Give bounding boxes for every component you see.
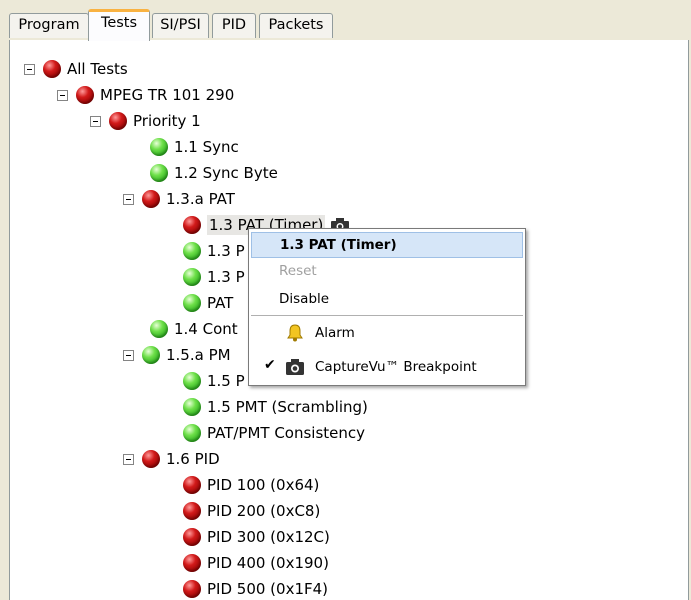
tree-node-pat-a[interactable]: 1.3.a PAT: [123, 187, 235, 211]
tree-node-label: 1.3 P: [207, 242, 245, 260]
menu-item-alarm[interactable]: Alarm: [251, 320, 523, 346]
menu-item-disable-label: Disable: [279, 291, 330, 307]
tree-node-label: PAT: [207, 294, 234, 312]
tree-node-label: 1.4 Cont: [174, 320, 238, 338]
pass-status-icon: [142, 346, 160, 364]
collapse-toggle-icon[interactable]: [24, 63, 35, 75]
tree-node-label: 1.5 P: [207, 372, 245, 390]
tree-node-pid-200[interactable]: PID 200 (0xC8): [183, 499, 320, 523]
pass-status-icon: [183, 424, 201, 442]
fail-status-icon: [183, 528, 201, 546]
tree-node-label: 1.5.a PM: [166, 346, 231, 364]
collapse-toggle-icon[interactable]: [123, 349, 134, 361]
collapse-toggle-icon[interactable]: [123, 193, 134, 205]
tree-node-priority1[interactable]: Priority 1: [90, 109, 201, 133]
bell-icon: [285, 324, 305, 342]
menu-title-item[interactable]: 1.3 PAT (Timer): [251, 232, 523, 258]
tree-node-pid-100[interactable]: PID 100 (0x64): [183, 473, 319, 497]
pass-status-icon: [183, 398, 201, 416]
tree-node-all-tests[interactable]: All Tests: [24, 57, 128, 81]
tree-node-label: PID 500 (0x1F4): [207, 580, 329, 598]
fail-status-icon: [76, 86, 94, 104]
menu-item-reset-label: Reset: [279, 263, 317, 279]
pass-status-icon: [183, 294, 201, 312]
tree-node-label: 1.3.a PAT: [166, 190, 235, 208]
context-menu: 1.3 PAT (Timer) Reset Disable Alarm ✔ Ca…: [248, 228, 526, 386]
camera-icon: [285, 358, 305, 376]
tree-node-pat-4[interactable]: PAT: [183, 291, 233, 315]
tree-node-label: 1.1 Sync: [174, 138, 239, 156]
tree-node-label: PID 400 (0x190): [207, 554, 329, 572]
fail-status-icon: [183, 580, 201, 598]
tab-packets[interactable]: Packets: [259, 13, 333, 38]
tree-node-label: 1.2 Sync Byte: [174, 164, 278, 182]
fail-status-icon: [183, 476, 201, 494]
tree-node-pat-3[interactable]: 1.3 P: [183, 265, 245, 289]
collapse-toggle-icon[interactable]: [57, 89, 68, 101]
tree-node-pmt-1[interactable]: 1.5 P: [183, 369, 245, 393]
pass-status-icon: [183, 268, 201, 286]
pass-status-icon: [150, 320, 168, 338]
tree-node-pid[interactable]: 1.6 PID: [123, 447, 220, 471]
menu-item-alarm-label: Alarm: [315, 325, 355, 341]
fail-status-icon: [183, 502, 201, 520]
collapse-toggle-icon[interactable]: [90, 115, 101, 127]
menu-separator: [251, 315, 523, 316]
fail-status-icon: [142, 190, 160, 208]
menu-item-capturevu-label: CaptureVu™ Breakpoint: [315, 359, 477, 375]
fail-status-icon: [43, 60, 61, 78]
pass-status-icon: [183, 372, 201, 390]
tree-node-pat-pmt-consistency[interactable]: PAT/PMT Consistency: [183, 421, 365, 445]
tree-node-label: 1.3 P: [207, 268, 245, 286]
tab-pid[interactable]: PID: [212, 13, 256, 38]
checkmark-icon: ✔: [264, 357, 276, 373]
tab-strip: Program Tests SI/PSI PID Packets: [9, 9, 687, 41]
tree-node-label: PID 200 (0xC8): [207, 502, 321, 520]
tree-node-label: 1.5 PMT (Scrambling): [207, 398, 368, 416]
fail-status-icon: [183, 554, 201, 572]
pass-status-icon: [183, 242, 201, 260]
tree-node-mpeg[interactable]: MPEG TR 101 290: [57, 83, 234, 107]
fail-status-icon: [183, 216, 201, 234]
tree-node-label: PID 300 (0x12C): [207, 528, 330, 546]
tree-node-label: PID 100 (0x64): [207, 476, 320, 494]
tree-node-pid-500[interactable]: PID 500 (0x1F4): [183, 577, 328, 600]
tree-node-sync[interactable]: 1.1 Sync: [150, 135, 239, 159]
tree-node-label: All Tests: [67, 60, 128, 78]
tree-node-label: PAT/PMT Consistency: [207, 424, 366, 442]
tree-node-pid-400[interactable]: PID 400 (0x190): [183, 551, 329, 575]
menu-title-label: 1.3 PAT (Timer): [280, 237, 397, 253]
tree-node-pmt-scrambling[interactable]: 1.5 PMT (Scrambling): [183, 395, 368, 419]
fail-status-icon: [109, 112, 127, 130]
pass-status-icon: [150, 138, 168, 156]
fail-status-icon: [142, 450, 160, 468]
tree-node-sync-byte[interactable]: 1.2 Sync Byte: [150, 161, 278, 185]
tree-node-label: Priority 1: [133, 112, 201, 130]
tree-node-pat-2[interactable]: 1.3 P: [183, 239, 245, 263]
tab-tests[interactable]: Tests: [88, 9, 150, 41]
tree-node-label: 1.6 PID: [166, 450, 220, 468]
collapse-toggle-icon[interactable]: [123, 453, 134, 465]
tree-node-pm-a[interactable]: 1.5.a PM: [123, 343, 231, 367]
menu-item-disable[interactable]: Disable: [251, 286, 523, 312]
tree-node-label: MPEG TR 101 290: [100, 86, 235, 104]
tab-program[interactable]: Program: [9, 13, 89, 38]
tree-node-pid-300[interactable]: PID 300 (0x12C): [183, 525, 330, 549]
tab-si-psi[interactable]: SI/PSI: [152, 13, 209, 38]
pass-status-icon: [150, 164, 168, 182]
menu-item-capturevu-breakpoint[interactable]: ✔ CaptureVu™ Breakpoint: [251, 354, 523, 380]
tree-node-cont[interactable]: 1.4 Cont: [150, 317, 238, 341]
menu-item-reset[interactable]: Reset: [251, 258, 523, 284]
